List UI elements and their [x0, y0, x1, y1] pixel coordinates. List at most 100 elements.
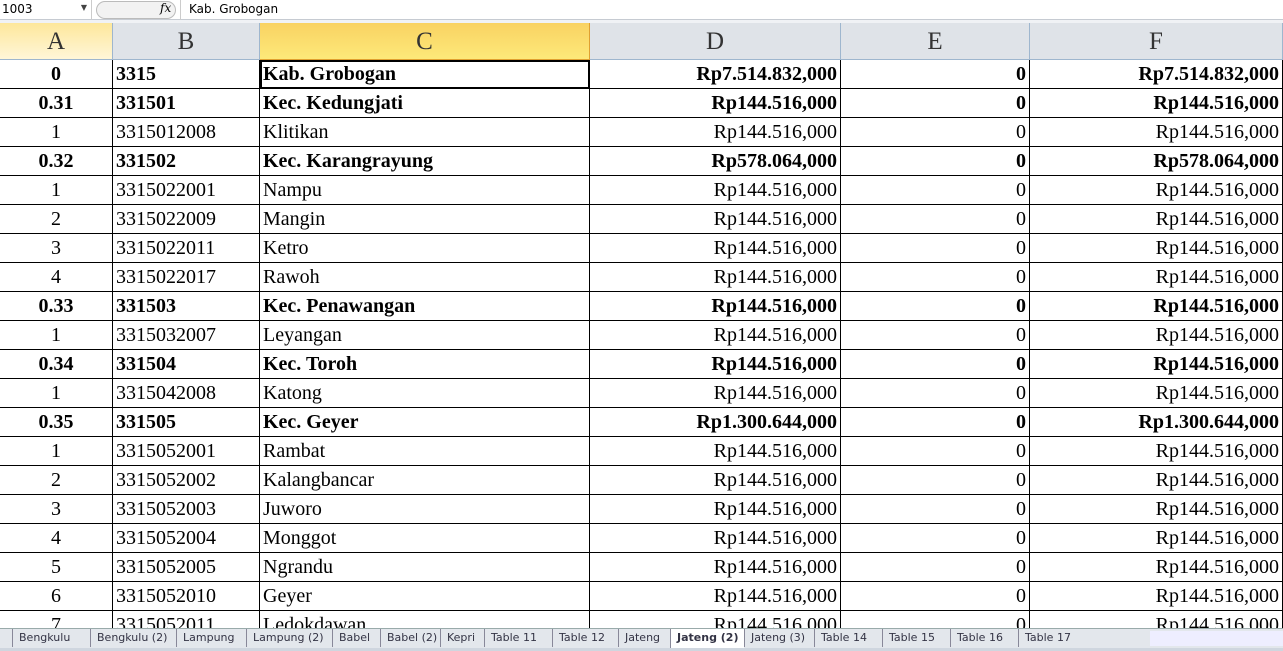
- sheet-tab[interactable]: Jateng (2): [670, 629, 745, 648]
- cell-c[interactable]: Kec. Kedungjati: [260, 89, 590, 118]
- cell-c[interactable]: Kec. Toroh: [260, 350, 590, 379]
- cell-a[interactable]: 0.32: [0, 147, 113, 176]
- cell-d[interactable]: Rp144.516,000: [590, 437, 841, 466]
- cell-d[interactable]: Rp144.516,000: [590, 321, 841, 350]
- name-box[interactable]: 1003 ▼: [0, 0, 92, 20]
- cell-e[interactable]: 0: [841, 553, 1030, 582]
- cell-d[interactable]: Rp578.064,000: [590, 147, 841, 176]
- cell-a[interactable]: 0.33: [0, 292, 113, 321]
- column-header-c[interactable]: C: [260, 23, 590, 60]
- horizontal-scrollbar[interactable]: [1150, 631, 1283, 646]
- cell-d[interactable]: Rp144.516,000: [590, 292, 841, 321]
- cell-f[interactable]: Rp144.516,000: [1030, 524, 1283, 553]
- cell-a[interactable]: 4: [0, 263, 113, 292]
- cell-e[interactable]: 0: [841, 379, 1030, 408]
- cell-c[interactable]: Monggot: [260, 524, 590, 553]
- cell-b[interactable]: 3315032007: [113, 321, 260, 350]
- cell-a[interactable]: 1: [0, 321, 113, 350]
- cell-c[interactable]: Rambat: [260, 437, 590, 466]
- cell-b[interactable]: 331503: [113, 292, 260, 321]
- cell-f[interactable]: Rp144.516,000: [1030, 466, 1283, 495]
- column-header-d[interactable]: D: [590, 23, 841, 60]
- cell-e[interactable]: 0: [841, 205, 1030, 234]
- cell-d[interactable]: Rp144.516,000: [590, 118, 841, 147]
- cell-f[interactable]: Rp7.514.832,000: [1030, 60, 1283, 89]
- cell-a[interactable]: 6: [0, 582, 113, 611]
- cell-c[interactable]: Kec. Geyer: [260, 408, 590, 437]
- cell-f[interactable]: Rp144.516,000: [1030, 176, 1283, 205]
- sheet-tab[interactable]: Kepri: [440, 629, 481, 647]
- cell-a[interactable]: 1: [0, 118, 113, 147]
- column-header-b[interactable]: B: [113, 23, 260, 60]
- column-header-a[interactable]: A: [0, 23, 113, 60]
- cell-b[interactable]: 3315022001: [113, 176, 260, 205]
- cell-d[interactable]: Rp1.300.644,000: [590, 408, 841, 437]
- cell-c[interactable]: Nampu: [260, 176, 590, 205]
- sheet-tab[interactable]: Table 12: [552, 629, 611, 647]
- cell-f[interactable]: Rp144.516,000: [1030, 350, 1283, 379]
- cell-b[interactable]: 3315022017: [113, 263, 260, 292]
- cell-b[interactable]: 331501: [113, 89, 260, 118]
- cell-e[interactable]: 0: [841, 495, 1030, 524]
- cell-d[interactable]: Rp144.516,000: [590, 263, 841, 292]
- cell-f[interactable]: Rp144.516,000: [1030, 234, 1283, 263]
- cell-d[interactable]: Rp144.516,000: [590, 495, 841, 524]
- cell-a[interactable]: 4: [0, 524, 113, 553]
- cell-e[interactable]: 0: [841, 234, 1030, 263]
- function-icon[interactable]: fx: [160, 1, 171, 15]
- cell-f[interactable]: Rp144.516,000: [1030, 205, 1283, 234]
- cell-a[interactable]: 2: [0, 466, 113, 495]
- sheet-tab[interactable]: Jateng: [618, 629, 666, 647]
- cell-e[interactable]: 0: [841, 60, 1030, 89]
- cell-c[interactable]: Geyer: [260, 582, 590, 611]
- cell-a[interactable]: 1: [0, 176, 113, 205]
- cell-c[interactable]: Leyangan: [260, 321, 590, 350]
- sheet-tab[interactable]: Lampung (2): [246, 629, 330, 647]
- cell-e[interactable]: 0: [841, 147, 1030, 176]
- cell-e[interactable]: 0: [841, 408, 1030, 437]
- cell-e[interactable]: 0: [841, 292, 1030, 321]
- sheet-tab[interactable]: Babel: [332, 629, 376, 647]
- cell-c[interactable]: Juworo: [260, 495, 590, 524]
- cell-d[interactable]: Rp7.514.832,000: [590, 60, 841, 89]
- cell-e[interactable]: 0: [841, 350, 1030, 379]
- cell-e[interactable]: 0: [841, 176, 1030, 205]
- column-header-f[interactable]: F: [1030, 23, 1283, 60]
- cell-b[interactable]: 3315052010: [113, 582, 260, 611]
- cell-b[interactable]: 331502: [113, 147, 260, 176]
- cell-f[interactable]: Rp144.516,000: [1030, 321, 1283, 350]
- sheet-tab[interactable]: Bengkulu: [12, 629, 76, 647]
- cell-c[interactable]: Mangin: [260, 205, 590, 234]
- cell-e[interactable]: 0: [841, 582, 1030, 611]
- formula-input[interactable]: Kab. Grobogan: [180, 0, 1283, 20]
- column-header-e[interactable]: E: [841, 23, 1030, 60]
- cell-f[interactable]: Rp144.516,000: [1030, 495, 1283, 524]
- cell-b[interactable]: 3315052002: [113, 466, 260, 495]
- cell-f[interactable]: Rp144.516,000: [1030, 379, 1283, 408]
- cell-b[interactable]: 3315052004: [113, 524, 260, 553]
- cell-f[interactable]: Rp578.064,000: [1030, 147, 1283, 176]
- cell-a[interactable]: 0: [0, 60, 113, 89]
- cell-a[interactable]: 0.31: [0, 89, 113, 118]
- cell-c[interactable]: Kab. Grobogan: [260, 60, 590, 89]
- cell-e[interactable]: 0: [841, 263, 1030, 292]
- cell-f[interactable]: Rp1.300.644,000: [1030, 408, 1283, 437]
- cell-b[interactable]: 3315022009: [113, 205, 260, 234]
- cell-f[interactable]: Rp144.516,000: [1030, 89, 1283, 118]
- sheet-tab[interactable]: Lampung: [176, 629, 241, 647]
- cell-b[interactable]: 3315: [113, 60, 260, 89]
- cell-b[interactable]: 3315052005: [113, 553, 260, 582]
- sheet-tab[interactable]: Table 11: [484, 629, 543, 647]
- cell-b[interactable]: 3315052003: [113, 495, 260, 524]
- cell-e[interactable]: 0: [841, 524, 1030, 553]
- cell-a[interactable]: 1: [0, 437, 113, 466]
- cell-b[interactable]: 331505: [113, 408, 260, 437]
- cell-b[interactable]: 331504: [113, 350, 260, 379]
- cell-e[interactable]: 0: [841, 466, 1030, 495]
- cell-a[interactable]: 5: [0, 553, 113, 582]
- sheet-tab[interactable]: Table 14: [814, 629, 873, 647]
- cell-f[interactable]: Rp144.516,000: [1030, 582, 1283, 611]
- chevron-down-icon[interactable]: ▼: [81, 3, 87, 12]
- cell-d[interactable]: Rp144.516,000: [590, 350, 841, 379]
- cell-f[interactable]: Rp144.516,000: [1030, 118, 1283, 147]
